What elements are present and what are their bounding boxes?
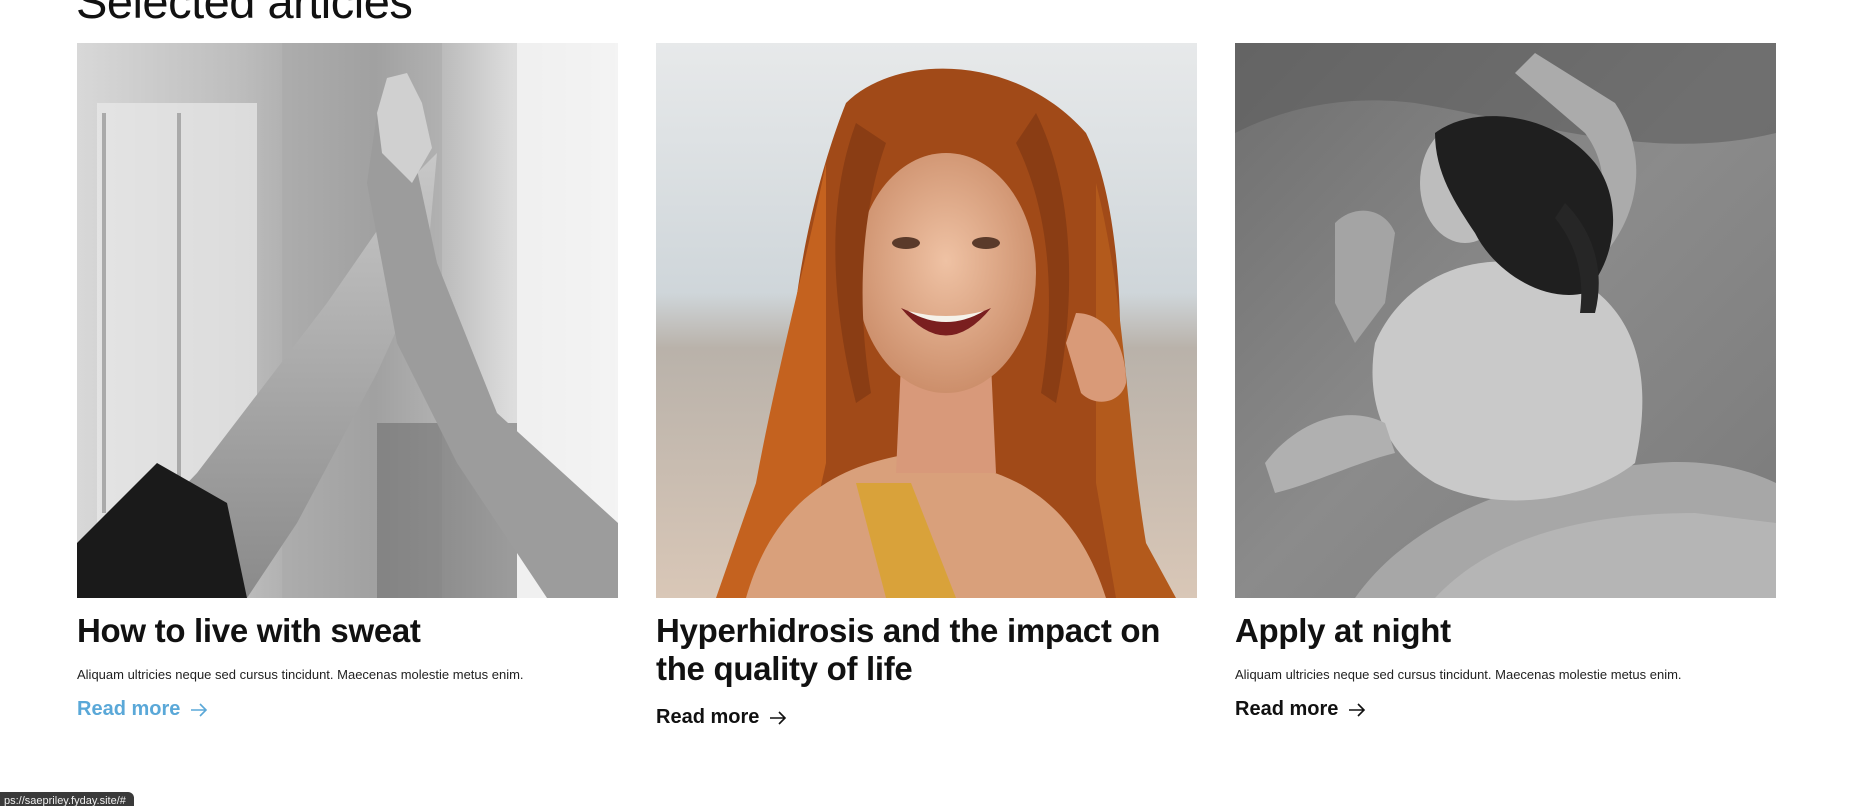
article-title[interactable]: Hyperhidrosis and the impact on the qual… — [656, 612, 1197, 688]
read-more-label: Read more — [1235, 698, 1339, 720]
status-bar-url: ps://saepriley.fyday.site/# — [0, 792, 134, 806]
article-image-sleeping-woman[interactable] — [1235, 43, 1776, 598]
high-five-photo — [77, 43, 618, 598]
read-more-label: Read more — [77, 698, 181, 720]
read-more-link[interactable]: Read more — [656, 706, 787, 729]
read-more-link[interactable]: Read more — [77, 698, 208, 721]
arrow-right-icon — [769, 710, 787, 725]
sleeping-woman-photo — [1235, 43, 1776, 598]
article-image-smiling-woman[interactable] — [656, 43, 1197, 598]
section-title: Selected articles — [76, 0, 413, 28]
article-card: Apply at night Aliquam ultricies neque s… — [1235, 43, 1776, 721]
read-more-link[interactable]: Read more — [1235, 698, 1366, 721]
arrow-right-icon — [190, 702, 208, 717]
article-card: How to live with sweat Aliquam ultricies… — [77, 43, 618, 721]
article-image-high-five[interactable] — [77, 43, 618, 598]
article-title[interactable]: How to live with sweat — [77, 612, 618, 650]
smiling-woman-photo — [656, 43, 1197, 598]
article-title[interactable]: Apply at night — [1235, 612, 1776, 650]
article-card: Hyperhidrosis and the impact on the qual… — [656, 43, 1197, 729]
article-excerpt: Aliquam ultricies neque sed cursus tinci… — [1235, 667, 1682, 682]
arrow-right-icon — [1348, 702, 1366, 717]
article-excerpt: Aliquam ultricies neque sed cursus tinci… — [77, 667, 524, 682]
page: Selected articles How to live with sweat… — [0, 0, 1854, 806]
read-more-label: Read more — [656, 706, 760, 728]
